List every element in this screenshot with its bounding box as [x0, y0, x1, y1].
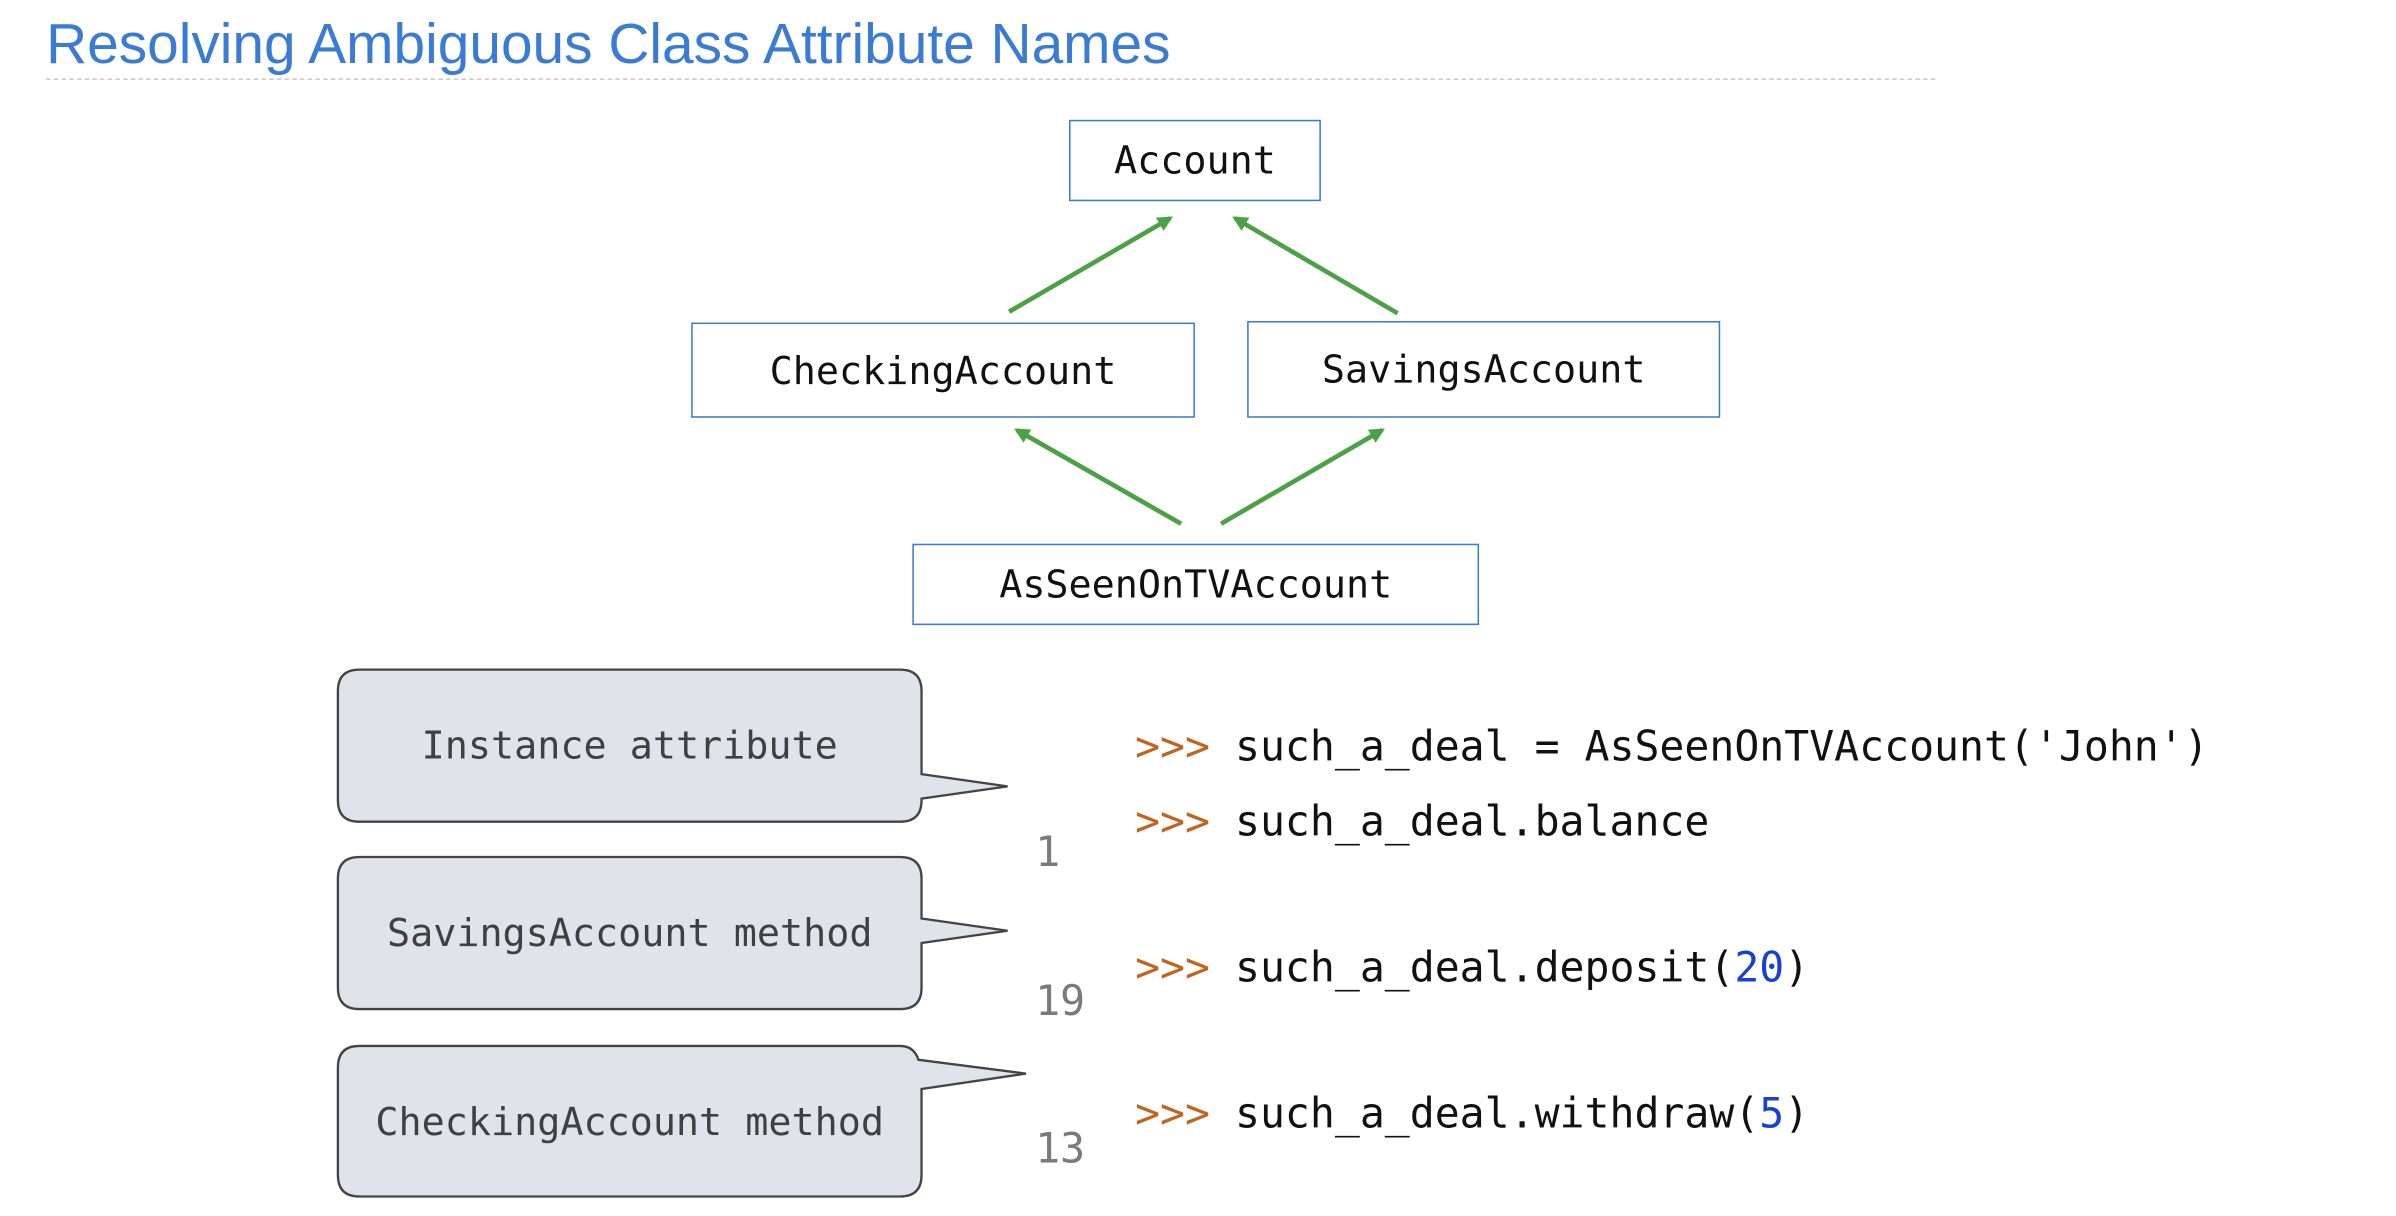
repl-prompt: >>> — [1135, 944, 1211, 993]
session-output-1: 1 — [1035, 829, 1061, 877]
session-output-2: 19 — [1035, 978, 1086, 1026]
code-text: ) — [1784, 1090, 1810, 1139]
callout-bubbles — [336, 668, 1027, 1198]
session-line-4: >>> such_a_deal.withdraw(5) — [1035, 1052, 1809, 1176]
slide: Resolving Ambiguous Class Attribute Name… — [0, 0, 2396, 1216]
code-number: 20 — [1734, 944, 1785, 993]
callout-label-checking-method: CheckingAccount method — [375, 1098, 885, 1144]
session-line-2: >>> such_a_deal.balance — [1035, 760, 1709, 884]
repl-prompt: >>> — [1135, 1090, 1211, 1139]
code-text: such_a_deal.withdraw( — [1234, 1090, 1760, 1139]
code-text: such_a_deal.balance — [1234, 798, 1710, 847]
session-line-3: >>> such_a_deal.deposit(20) — [1035, 906, 1809, 1030]
code-number: 5 — [1759, 1090, 1785, 1139]
callout-label-savings-method: SavingsAccount method — [386, 910, 873, 956]
callout-label-instance-attribute: Instance attribute — [421, 723, 838, 768]
session-output-3: 13 — [1035, 1125, 1086, 1174]
code-text: such_a_deal.deposit( — [1234, 944, 1735, 993]
code-text: ) — [1784, 944, 1810, 993]
repl-prompt: >>> — [1135, 798, 1211, 847]
